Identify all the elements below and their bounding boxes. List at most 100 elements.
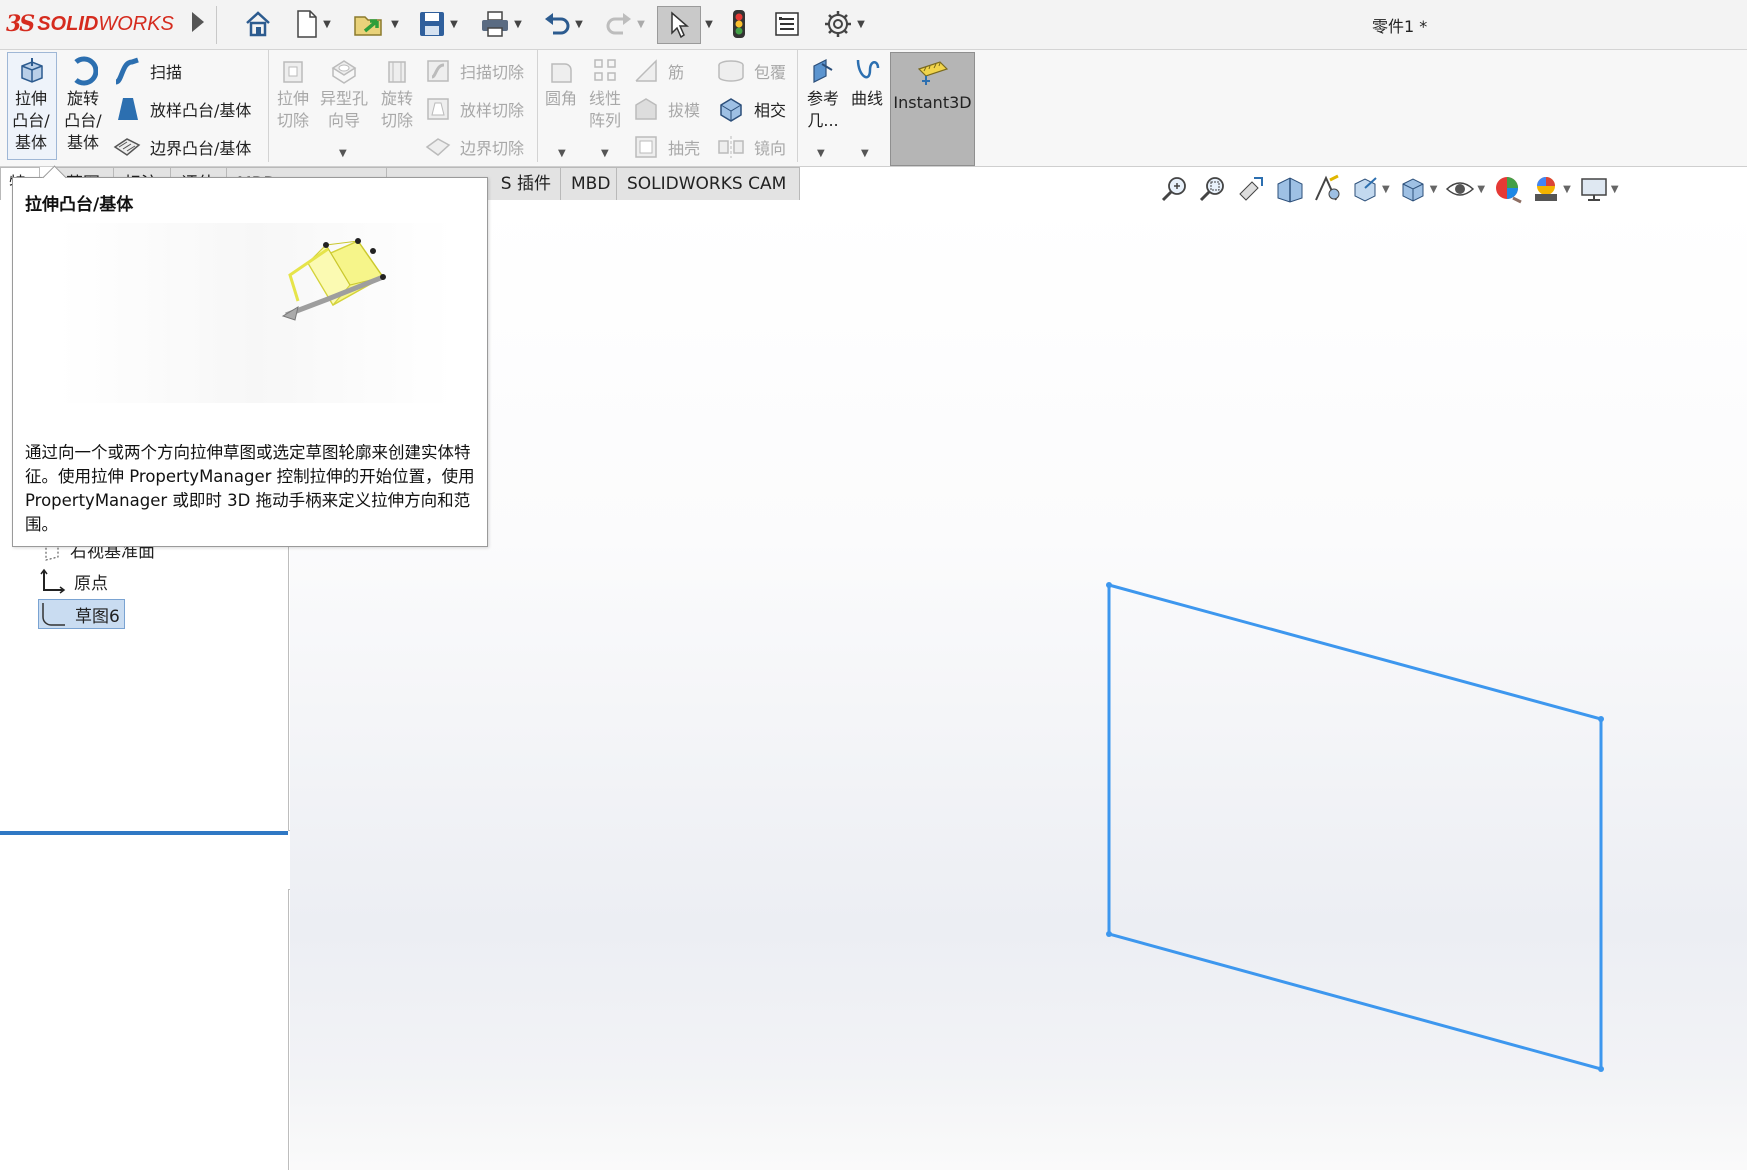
extrude-boss-button[interactable]: 拉伸 凸台/ 基体	[8, 56, 54, 154]
intersect-label: 相交	[754, 101, 787, 120]
chevron-down-icon[interactable]: ▼	[1611, 184, 1619, 195]
sketch6-outline[interactable]	[290, 200, 1747, 1170]
select-button[interactable]	[657, 6, 701, 44]
sketch-vertex[interactable]	[1598, 1066, 1604, 1072]
chevron-down-icon[interactable]: ▼	[1430, 184, 1438, 195]
loft-boss-button[interactable]: 放样凸台/基体	[114, 94, 251, 124]
draft-button[interactable]: 拔模	[632, 94, 700, 124]
previous-view-button[interactable]	[1236, 174, 1266, 204]
tooltip-description: 通过向一个或两个方向拉伸草图或选定草图轮廓来创建实体特征。使用拉伸 Proper…	[25, 443, 475, 534]
zoom-to-area-button[interactable]	[1198, 174, 1228, 204]
tree-item-sketch6[interactable]: 草图6	[38, 599, 125, 629]
rebuild-button[interactable]	[724, 6, 754, 42]
mirror-button[interactable]: 镜向	[716, 132, 786, 162]
apply-scene-button[interactable]: ▼	[1531, 174, 1571, 204]
display-style-button[interactable]: ▼	[1398, 174, 1438, 204]
view-orientation-button[interactable]: ▼	[1350, 174, 1390, 204]
tab-solidworks-cam[interactable]: SOLIDWORKS CAM	[616, 167, 800, 201]
intersect-button[interactable]: 相交	[716, 94, 786, 124]
fillet-label: 圆角	[544, 89, 577, 108]
chevron-down-icon[interactable]: ▼	[857, 19, 865, 30]
wrap-button[interactable]: 包覆	[716, 56, 786, 86]
curves-button[interactable]: 曲线	[846, 56, 888, 110]
file-properties-button[interactable]	[770, 6, 804, 42]
fillet-button[interactable]: 圆角	[540, 56, 582, 110]
new-document-button[interactable]: ▼	[288, 6, 338, 42]
chevron-down-icon[interactable]: ▼	[637, 19, 645, 30]
linear-pattern-button[interactable]: 线性 阵列	[582, 56, 628, 132]
rollback-bar[interactable]	[0, 831, 288, 835]
redo-button[interactable]: ▼	[600, 6, 650, 42]
tab-mbd[interactable]: MBD	[560, 167, 624, 201]
rib-button[interactable]: 筋	[632, 56, 684, 86]
open-button[interactable]: ▼	[348, 6, 404, 42]
hide-show-items-button[interactable]: ▼	[1445, 174, 1485, 204]
sketch-vertex[interactable]	[1598, 716, 1604, 722]
shell-icon	[635, 136, 657, 158]
chevron-down-icon[interactable]: ▼	[339, 148, 347, 159]
chevron-down-icon[interactable]: ▼	[450, 19, 458, 30]
previous-view-icon	[1239, 177, 1263, 201]
new-file-icon	[297, 10, 317, 38]
ds-logo-mark: 3S	[6, 11, 35, 37]
chevron-down-icon[interactable]: ▼	[391, 19, 399, 30]
expand-menu-arrow-icon[interactable]	[192, 12, 204, 32]
appearance-sphere-icon	[1496, 177, 1522, 204]
revolve-boss-button[interactable]: 旋转 凸台/ 基体	[60, 56, 106, 154]
view-settings-button[interactable]: ▼	[1579, 174, 1619, 204]
solidworks-logo[interactable]: 3S SOLIDWORKS	[6, 8, 174, 40]
boundary-boss-button[interactable]: 边界凸台/基体	[112, 132, 251, 162]
monitor-icon	[1581, 178, 1607, 201]
select-dropdown[interactable]: ▼	[700, 6, 714, 42]
curves-label: 曲线	[850, 89, 883, 108]
chevron-down-icon[interactable]: ▼	[817, 148, 825, 159]
graphics-area[interactable]	[290, 200, 1747, 1170]
zoom-to-fit-button[interactable]	[1160, 174, 1190, 204]
document-title: 零件1 *	[1372, 17, 1428, 36]
draft-icon	[635, 98, 657, 120]
edit-appearance-button[interactable]	[1493, 174, 1523, 204]
dynamic-annotation-view-button[interactable]	[1312, 174, 1342, 204]
undo-button[interactable]: ▼	[537, 6, 589, 42]
sketch-vertex[interactable]	[1106, 582, 1112, 588]
chevron-down-icon[interactable]: ▼	[558, 148, 566, 159]
rib-label: 筋	[668, 63, 685, 82]
print-button[interactable]: ▼	[474, 6, 528, 42]
tree-item-origin[interactable]: 原点	[40, 568, 108, 594]
shell-label: 抽壳	[668, 139, 701, 158]
chevron-down-icon[interactable]: ▼	[601, 148, 609, 159]
reference-geometry-button[interactable]: 参考 几...	[801, 56, 845, 132]
section-view-button[interactable]	[1274, 174, 1304, 204]
instant3d-button[interactable]: Instant3D	[890, 52, 975, 166]
sketch6-label: 草图6	[75, 606, 120, 627]
chevron-down-icon[interactable]: ▼	[575, 19, 583, 30]
sketch-vertex[interactable]	[1106, 931, 1112, 937]
boundary-cut-label: 边界切除	[460, 139, 525, 158]
revolve-cut-button[interactable]: 旋转 切除	[374, 56, 420, 132]
sweep-cut-button[interactable]: 扫描切除	[424, 56, 524, 86]
hole-wizard-label: 异型孔 向导	[319, 89, 368, 130]
chevron-down-icon[interactable]: ▼	[1563, 184, 1571, 195]
home-icon	[246, 11, 270, 37]
home-button[interactable]	[240, 6, 276, 42]
chevron-down-icon[interactable]: ▼	[861, 148, 869, 159]
brand-light: WORKS	[98, 12, 174, 35]
chevron-down-icon[interactable]: ▼	[514, 19, 522, 30]
sketch-parallelogram[interactable]	[1107, 583, 1603, 1071]
wrap-label: 包覆	[754, 63, 787, 82]
boundary-cut-button[interactable]: 边界切除	[424, 132, 524, 162]
extrude-cut-button[interactable]: 拉伸 切除	[270, 56, 316, 132]
loft-cut-button[interactable]: 放样切除	[424, 94, 524, 124]
hole-wizard-button[interactable]: 异型孔 向导	[316, 56, 372, 132]
options-button[interactable]: ▼	[816, 6, 872, 42]
loft-boss-label: 放样凸台/基体	[150, 101, 252, 120]
chevron-down-icon[interactable]: ▼	[1477, 184, 1485, 195]
shell-button[interactable]: 抽壳	[632, 132, 700, 162]
loft-boss-icon	[118, 98, 138, 120]
traffic-light-icon	[733, 10, 745, 38]
chevron-down-icon[interactable]: ▼	[1382, 184, 1390, 195]
heads-up-view-toolbar: ▼ ▼ ▼ ▼ ▼	[1160, 172, 1627, 206]
save-button[interactable]: ▼	[412, 6, 464, 42]
chevron-down-icon[interactable]: ▼	[323, 19, 331, 30]
sweep-button[interactable]: 扫描	[112, 56, 182, 86]
